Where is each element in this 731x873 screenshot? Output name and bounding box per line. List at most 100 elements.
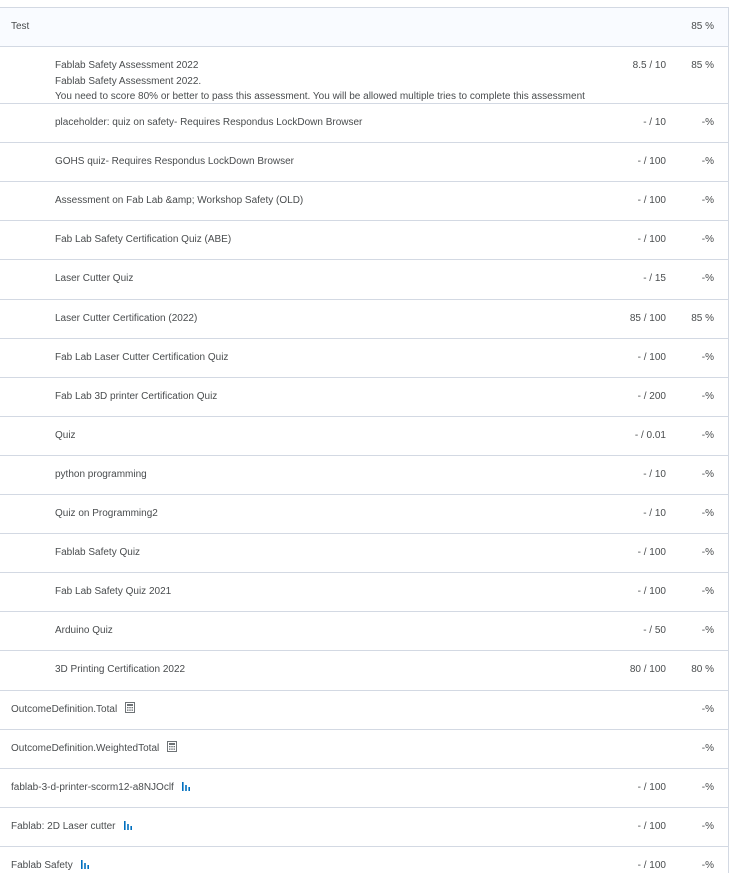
outcome-name: OutcomeDefinition.Total	[11, 702, 588, 718]
outcome-row: fablab-3-d-printer-scorm12-a8NJOclf - / …	[0, 769, 728, 808]
outcome-line: OutcomeDefinition.Total	[11, 702, 588, 718]
grade-points: - / 100	[637, 195, 666, 207]
outcome-title: OutcomeDefinition.Total	[11, 703, 118, 715]
grade-item-name: Arduino Quiz	[55, 623, 588, 639]
grade-item-title: Quiz	[55, 429, 76, 441]
grade-item-name: Quiz	[55, 428, 588, 444]
statistics-icon[interactable]	[80, 859, 89, 869]
grade-percent: -%	[701, 625, 714, 637]
category-row-test: Test 85 %	[0, 8, 728, 48]
grade-item-row: Quiz - / 0.01 -%	[0, 417, 728, 456]
grade-item-row: Fab Lab Safety Quiz 2021 - / 100 -%	[0, 573, 728, 613]
grade-item-row: Fab Lab Laser Cutter Certification Quiz …	[0, 339, 728, 378]
outcome-points: - / 100	[637, 859, 666, 871]
outcome-name: OutcomeDefinition.WeightedTotal	[11, 741, 588, 757]
grade-percent: -%	[701, 273, 714, 285]
grade-item-description: You need to score 80% or better to pass …	[55, 91, 585, 103]
grade-percent: -%	[701, 351, 714, 363]
grade-points: - / 15	[643, 273, 666, 285]
outcome-points: - / 100	[637, 781, 666, 793]
grade-percent: -%	[701, 508, 714, 520]
outcome-percent: -%	[701, 781, 714, 793]
outcome-row: OutcomeDefinition.Total -%	[0, 691, 728, 730]
grade-points: - / 0.01	[634, 429, 666, 441]
grade-percent: -%	[701, 390, 714, 402]
grade-item-title: Fab Lab Laser Cutter Certification Quiz	[55, 351, 229, 363]
grade-item-row: Fab Lab Safety Certification Quiz (ABE) …	[0, 221, 728, 261]
grade-points: - / 100	[637, 234, 666, 246]
outcome-title: fablab-3-d-printer-scorm12-a8NJOclf	[11, 781, 174, 793]
grade-item-name: Fab Lab 3D printer Certification Quiz	[55, 389, 588, 405]
outcome-percent: -%	[701, 820, 714, 832]
grade-points: - / 100	[637, 351, 666, 363]
outcome-percent: -%	[701, 742, 714, 754]
grade-percent: -%	[701, 234, 714, 246]
grade-item-title: Fablab Safety Quiz	[55, 547, 141, 559]
grade-item-name: Fab Lab Safety Quiz 2021	[55, 584, 588, 600]
grade-item-title: python programming	[55, 468, 147, 480]
outcome-name: Fablab: 2D Laser cutter	[11, 819, 588, 835]
grade-percent: -%	[701, 468, 714, 480]
grade-item-name: Quiz on Programming2	[55, 506, 588, 522]
outcome-name: Fablab Safety	[11, 858, 588, 873]
grade-item-name: 3D Printing Certification 2022	[55, 662, 588, 678]
grade-item-title: Assessment on Fab Lab &amp; Workshop Saf…	[55, 195, 304, 207]
grade-points: - / 10	[643, 468, 666, 480]
outcome-percent: -%	[701, 859, 714, 871]
outcome-title: Fablab: 2D Laser cutter	[11, 820, 116, 832]
category-percent: 85 %	[691, 21, 714, 32]
grade-item-title: Fab Lab Safety Quiz 2021	[55, 586, 172, 598]
grade-item-name: placeholder: quiz on safety- Requires Re…	[55, 115, 588, 131]
calculator-icon[interactable]	[125, 702, 136, 714]
grade-points: - / 10	[643, 508, 666, 520]
outcome-line: OutcomeDefinition.WeightedTotal	[11, 741, 588, 757]
grade-percent: -%	[701, 117, 714, 129]
grade-points: - / 100	[637, 586, 666, 598]
grade-item-title: Arduino Quiz	[55, 625, 113, 637]
grade-item-name: Fab Lab Laser Cutter Certification Quiz	[55, 350, 588, 366]
grade-item-name: Fab Lab Safety Certification Quiz (ABE)	[55, 232, 588, 248]
grade-item-row: Fab Lab 3D printer Certification Quiz - …	[0, 378, 728, 417]
grade-item-row: Arduino Quiz - / 50 -%	[0, 612, 728, 652]
statistics-icon[interactable]	[181, 781, 190, 791]
outcome-title: Fablab Safety	[11, 859, 73, 871]
outcome-row: OutcomeDefinition.WeightedTotal -%	[0, 730, 728, 769]
category-title: Test	[11, 21, 30, 32]
grade-percent: -%	[701, 429, 714, 441]
grade-percent: -%	[701, 586, 714, 598]
grade-item-name: Fablab Safety Quiz	[55, 545, 588, 561]
grade-item-name: GOHS quiz- Requires Respondus LockDown B…	[55, 154, 588, 170]
grade-item-row: placeholder: quiz on safety- Requires Re…	[0, 104, 728, 144]
grade-item-subtitle: Fablab Safety Assessment 2022.	[55, 75, 202, 87]
grade-points: - / 200	[637, 390, 666, 402]
grade-percent: 85 %	[691, 60, 714, 72]
outcome-title: OutcomeDefinition.WeightedTotal	[11, 742, 160, 754]
statistics-icon[interactable]	[123, 820, 132, 830]
outcome-points: - / 100	[637, 820, 666, 832]
grade-points: - / 50	[643, 625, 666, 637]
grade-item-name: Assessment on Fab Lab &amp; Workshop Saf…	[55, 193, 588, 209]
calculator-icon[interactable]	[167, 741, 178, 753]
grade-points: - / 100	[637, 547, 666, 559]
grade-points: 8.5 / 10	[632, 60, 666, 72]
grade-points: 85 / 100	[629, 312, 666, 324]
grade-item-row: Quiz on Programming2 - / 10 -%	[0, 495, 728, 535]
category-name: Test	[11, 19, 588, 35]
outcome-line: Fablab: 2D Laser cutter	[11, 819, 588, 835]
grade-item-row: Fablab Safety Assessment 2022 Fablab Saf…	[0, 47, 728, 105]
grade-item-title: 3D Printing Certification 2022	[55, 664, 186, 676]
grade-item-name: Laser Cutter Certification (2022)	[55, 311, 588, 327]
outcome-row: Fablab Safety - / 100 -%	[0, 847, 728, 873]
grade-item-name: python programming	[55, 467, 588, 483]
grade-percent: 85 %	[691, 312, 714, 324]
grade-item-row: 3D Printing Certification 2022 80 / 100 …	[0, 651, 728, 691]
grade-item-row: Fablab Safety Quiz - / 100 -%	[0, 534, 728, 574]
outcome-row: Fablab: 2D Laser cutter - / 100 -%	[0, 808, 728, 847]
grade-item-name: Fablab Safety Assessment 2022 Fablab Saf…	[55, 58, 588, 105]
grade-percent: 80 %	[691, 664, 714, 676]
grade-item-title: GOHS quiz- Requires Respondus LockDown B…	[55, 156, 294, 168]
grade-points: 80 / 100	[629, 664, 666, 676]
grade-item-title: placeholder: quiz on safety- Requires Re…	[55, 117, 363, 129]
outcome-line: Fablab Safety	[11, 858, 588, 873]
grade-item-row: GOHS quiz- Requires Respondus LockDown B…	[0, 143, 728, 183]
